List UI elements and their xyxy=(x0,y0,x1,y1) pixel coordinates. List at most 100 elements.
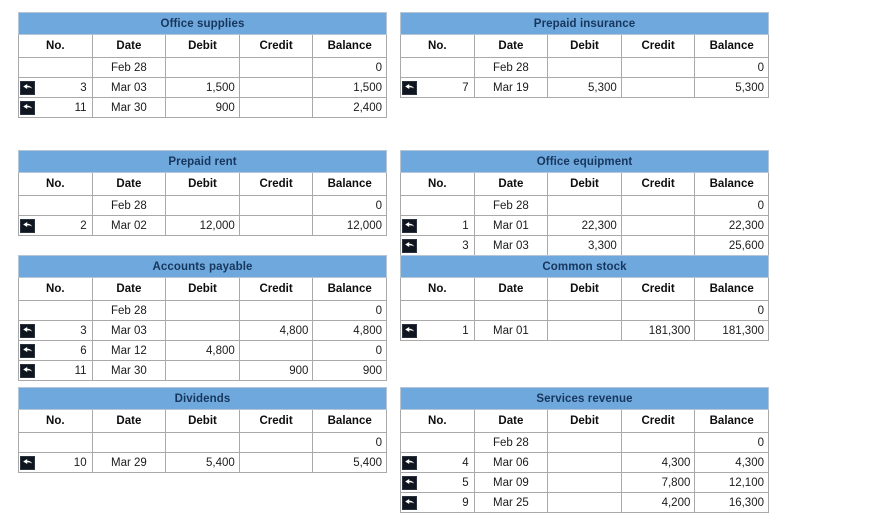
back-arrow-icon[interactable] xyxy=(20,100,35,115)
entry-number-cell[interactable]: 6 xyxy=(18,340,93,361)
table-row: 7 Mar 19 5,300 5,300 xyxy=(400,77,769,98)
column-header-credit: Credit xyxy=(620,409,696,433)
back-arrow-icon[interactable] xyxy=(20,218,35,233)
back-arrow-icon[interactable] xyxy=(402,455,417,470)
account-title-row: Office supplies xyxy=(18,12,387,35)
entry-date-cell: Mar 01 xyxy=(473,215,549,236)
column-header-debit: Debit xyxy=(547,409,622,433)
debit-amount-cell: 22,300 xyxy=(547,215,622,236)
entry-number-cell[interactable]: 10 xyxy=(18,452,93,473)
account-ledger-office-supplies: Office supplies No. Date Debit Credit Balance… xyxy=(18,12,387,118)
entry-number-cell[interactable]: 5 xyxy=(400,472,475,493)
back-arrow-icon[interactable] xyxy=(20,455,35,470)
table-row: Feb 28 0 xyxy=(18,195,387,216)
entry-date-cell: Mar 25 xyxy=(473,492,549,513)
column-header-row: No. Date Debit Credit Balance xyxy=(400,172,769,196)
table-row: Feb 28 0 xyxy=(400,195,769,216)
entry-number-cell[interactable]: 1 xyxy=(400,215,475,236)
debit-amount-cell: 900 xyxy=(165,97,240,118)
back-arrow-icon[interactable] xyxy=(20,343,35,358)
debit-amount-cell: 1,500 xyxy=(165,77,240,98)
entry-number-cell[interactable]: 11 xyxy=(18,360,93,381)
entry-number-cell[interactable]: 2 xyxy=(18,215,93,236)
ledger-table: Prepaid insurance No. Date Debit Credit Balan… xyxy=(400,12,769,98)
entry-date-cell: Mar 12 xyxy=(91,340,167,361)
table-row: 10 Mar 29 5,400 5,400 xyxy=(18,452,387,473)
back-arrow-icon[interactable] xyxy=(402,80,417,95)
account-ledger-services-revenue: Services revenue No. Date Debit Credit Balanc… xyxy=(400,387,769,513)
debit-amount-cell xyxy=(165,432,240,453)
entry-number: 9 xyxy=(462,496,469,509)
column-header-date: Date xyxy=(91,277,167,301)
column-header-credit: Credit xyxy=(620,172,696,196)
debit-amount-cell xyxy=(547,432,622,453)
entry-number-cell[interactable]: 4 xyxy=(400,452,475,473)
back-arrow-icon[interactable] xyxy=(20,323,35,338)
back-arrow-icon[interactable] xyxy=(20,363,35,378)
back-arrow-icon[interactable] xyxy=(402,323,417,338)
column-header-no: No. xyxy=(400,172,475,196)
debit-amount-cell xyxy=(165,360,240,381)
column-header-date: Date xyxy=(473,409,549,433)
column-header-row: No. Date Debit Credit Balance xyxy=(18,409,387,433)
credit-amount-cell xyxy=(238,97,314,118)
entry-number-cell[interactable]: 3 xyxy=(18,77,93,98)
entry-number-cell xyxy=(400,57,475,78)
column-header-row: No. Date Debit Credit Balance xyxy=(400,277,769,301)
ledger-table: Accounts payable No. Date Debit Credit Balanc… xyxy=(18,255,387,381)
ledger-board: Office supplies No. Date Debit Credit Balance… xyxy=(0,0,878,520)
credit-amount-cell xyxy=(620,235,696,256)
column-header-date: Date xyxy=(473,34,549,58)
table-row: Feb 28 0 xyxy=(18,300,387,321)
table-row: 9 Mar 25 4,200 16,300 xyxy=(400,492,769,513)
entry-number-cell[interactable]: 3 xyxy=(18,320,93,341)
account-title-row: Accounts payable xyxy=(18,255,387,278)
back-arrow-icon[interactable] xyxy=(402,475,417,490)
column-header-balance: Balance xyxy=(694,277,769,301)
entry-number-cell[interactable]: 9 xyxy=(400,492,475,513)
column-header-no: No. xyxy=(18,409,93,433)
debit-amount-cell: 4,800 xyxy=(165,340,240,361)
entry-number-cell xyxy=(18,432,93,453)
account-title: Office supplies xyxy=(18,12,387,35)
column-header-no: No. xyxy=(18,172,93,196)
entry-number: 11 xyxy=(74,101,87,114)
credit-amount-cell: 4,800 xyxy=(238,320,314,341)
balance-amount-cell: 0 xyxy=(312,195,387,216)
debit-amount-cell xyxy=(165,300,240,321)
back-arrow-icon[interactable] xyxy=(20,80,35,95)
entry-number: 5 xyxy=(462,476,469,489)
entry-date-cell: Mar 19 xyxy=(473,77,549,98)
entry-number-cell[interactable]: 3 xyxy=(400,235,475,256)
column-header-balance: Balance xyxy=(312,277,387,301)
entry-number-cell[interactable]: 7 xyxy=(400,77,475,98)
balance-amount-cell: 900 xyxy=(312,360,387,381)
table-row: 3 Mar 03 1,500 1,500 xyxy=(18,77,387,98)
table-row: Feb 28 0 xyxy=(400,432,769,453)
ledger-table: Office equipment No. Date Debit Credit Balanc… xyxy=(400,150,769,256)
entry-date-cell xyxy=(91,432,167,453)
back-arrow-icon[interactable] xyxy=(402,218,417,233)
balance-amount-cell: 0 xyxy=(694,300,769,321)
back-arrow-icon[interactable] xyxy=(402,495,417,510)
balance-amount-cell: 2,400 xyxy=(312,97,387,118)
column-header-debit: Debit xyxy=(547,172,622,196)
column-header-credit: Credit xyxy=(620,34,696,58)
column-header-row: No. Date Debit Credit Balance xyxy=(400,34,769,58)
account-title: Office equipment xyxy=(400,150,769,173)
back-arrow-icon[interactable] xyxy=(402,238,417,253)
entry-number-cell[interactable]: 11 xyxy=(18,97,93,118)
column-header-credit: Credit xyxy=(238,409,314,433)
account-title: Accounts payable xyxy=(18,255,387,278)
column-header-balance: Balance xyxy=(312,409,387,433)
table-row: 11 Mar 30 900 900 xyxy=(18,360,387,381)
column-header-debit: Debit xyxy=(165,34,240,58)
entry-number-cell[interactable]: 1 xyxy=(400,320,475,341)
balance-amount-cell: 1,500 xyxy=(312,77,387,98)
column-header-date: Date xyxy=(91,34,167,58)
credit-amount-cell xyxy=(238,195,314,216)
credit-amount-cell xyxy=(620,195,696,216)
table-row: 1 Mar 01 181,300 181,300 xyxy=(400,320,769,341)
table-row: Feb 28 0 xyxy=(18,57,387,78)
credit-amount-cell: 900 xyxy=(238,360,314,381)
